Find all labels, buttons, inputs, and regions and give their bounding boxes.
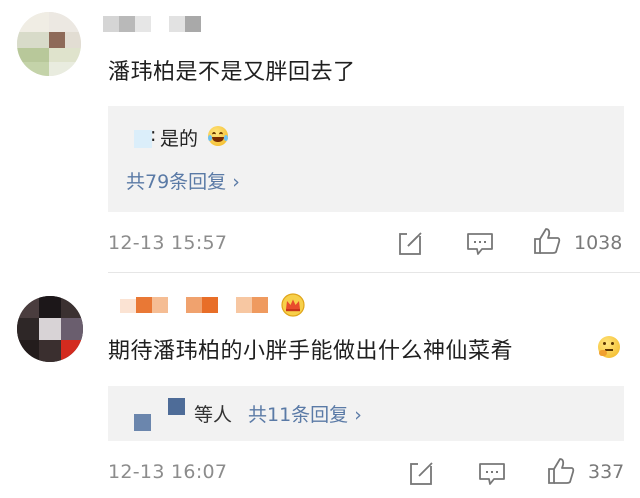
reply-preview-box[interactable]: : 是的 共79条回复 › bbox=[108, 106, 624, 212]
comment-item: 期待潘玮柏的小胖手能做出什么神仙菜肴 等人 共11条回复 › 12-13 16:… bbox=[0, 273, 640, 498]
comment-icon[interactable] bbox=[466, 231, 494, 257]
like-count: 1038 bbox=[574, 232, 623, 254]
comment-text: 潘玮柏是不是又胖回去了 bbox=[108, 60, 356, 85]
like-count: 337 bbox=[588, 461, 625, 483]
like-icon[interactable] bbox=[532, 226, 562, 256]
comment-timestamp: 12-13 16:07 bbox=[108, 461, 228, 483]
like-icon[interactable] bbox=[546, 456, 576, 486]
comment-icon[interactable] bbox=[478, 461, 506, 487]
view-replies-link[interactable]: 共11条回复 › bbox=[248, 400, 362, 427]
reply-username-blurred[interactable] bbox=[134, 398, 194, 432]
reply-colon: : bbox=[150, 124, 157, 146]
thinking-emoji-icon bbox=[598, 336, 620, 358]
avatar[interactable] bbox=[17, 296, 83, 362]
comment-item: 潘玮柏是不是又胖回去了 : 是的 共79条回复 › 12-13 15:57 10… bbox=[0, 0, 640, 272]
crown-badge-icon[interactable] bbox=[281, 293, 305, 317]
username-blurred[interactable] bbox=[120, 297, 280, 313]
username-blurred[interactable] bbox=[103, 16, 213, 32]
edit-icon[interactable] bbox=[409, 460, 435, 486]
comment-timestamp: 12-13 15:57 bbox=[108, 232, 228, 254]
edit-icon[interactable] bbox=[398, 230, 424, 256]
avatar[interactable] bbox=[17, 12, 81, 76]
reply-preview-text: 是的 bbox=[160, 128, 199, 150]
reply-preview-box[interactable]: 等人 共11条回复 › bbox=[108, 386, 624, 441]
reply-preview-text: 等人 bbox=[194, 404, 233, 426]
laughing-emoji-icon bbox=[208, 126, 228, 146]
view-replies-link[interactable]: 共79条回复 › bbox=[126, 167, 240, 194]
comment-text: 期待潘玮柏的小胖手能做出什么神仙菜肴 bbox=[108, 339, 514, 364]
